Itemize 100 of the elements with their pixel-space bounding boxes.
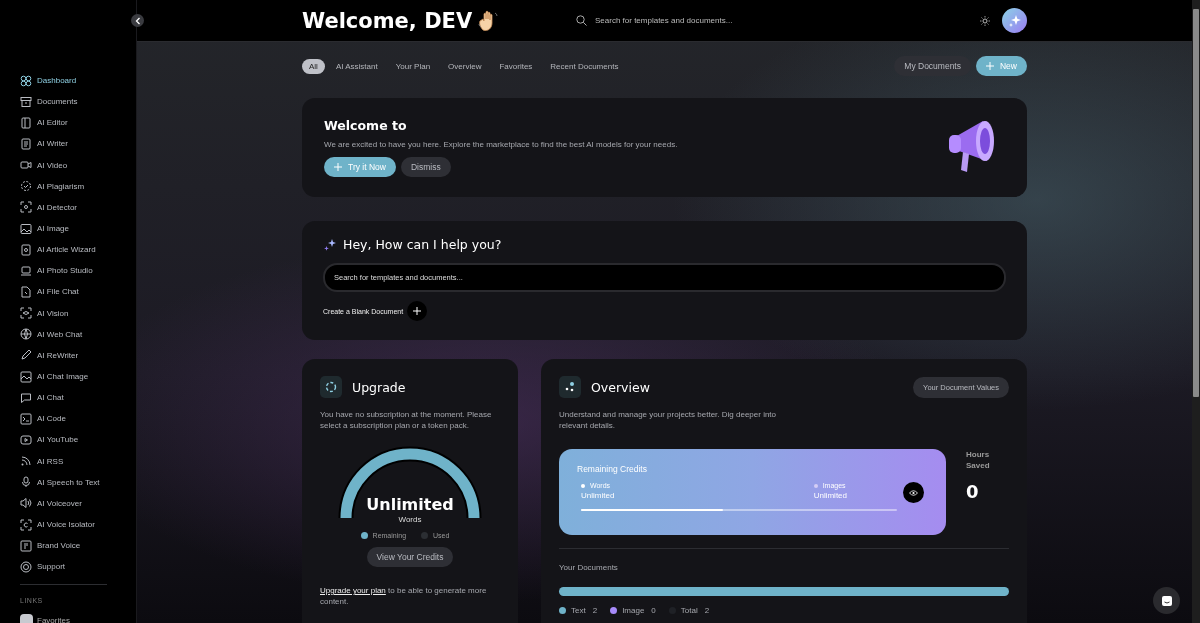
eye-icon	[909, 489, 918, 496]
sidebar-item[interactable]: AI Chat Image	[20, 365, 136, 388]
microphone-icon	[20, 476, 32, 489]
card-text: You have no subscription at the moment. Please select a subscription plan or a token pack.	[320, 409, 493, 431]
sidebar-item[interactable]: AI YouTube	[20, 429, 136, 451]
sidebar-item[interactable]: AI Photo Studio	[20, 260, 136, 282]
stat-value: 0	[966, 481, 980, 502]
legend-label: Text	[571, 606, 586, 615]
grid-icon	[20, 74, 32, 87]
sidebar-item[interactable]: Documents	[20, 91, 136, 113]
speaker-icon	[20, 497, 32, 510]
sidebar-item[interactable]: AI Writer	[20, 133, 136, 155]
sidebar-item[interactable]: AI Vision	[20, 302, 136, 324]
sun-icon	[980, 15, 990, 26]
book-icon	[20, 116, 32, 129]
sidebar-item[interactable]: Brand Voice	[20, 535, 136, 557]
my-documents-button[interactable]: My Documents	[894, 56, 971, 76]
chat-bubble-icon	[20, 391, 32, 404]
link-label: Favorites	[37, 616, 70, 623]
filter-tab[interactable]: Your Plan	[388, 58, 438, 74]
sidebar-link[interactable]: Favorites	[20, 614, 136, 623]
plus-icon	[413, 307, 422, 315]
sidebar-item[interactable]: AI Image	[20, 218, 136, 240]
section-title: Your Documents	[559, 563, 619, 572]
search-field[interactable]: Search for templates and documents...	[593, 15, 853, 26]
legend-count: 2	[704, 606, 710, 615]
pencil-icon	[20, 349, 32, 362]
sparkle-icon	[1007, 13, 1022, 28]
show-button[interactable]	[903, 482, 924, 503]
archive-icon	[20, 95, 32, 108]
gauge-value: Unlimited	[365, 495, 455, 515]
theme-toggle-button[interactable]	[978, 13, 992, 28]
credit-value: Unlimited	[581, 491, 615, 500]
laptop-icon	[20, 264, 32, 277]
plus-icon	[334, 163, 342, 171]
play-icon	[20, 433, 32, 446]
video-camera-icon	[20, 159, 32, 172]
card-title: Upgrade	[352, 379, 406, 395]
sidebar-item[interactable]: AI Voice Isolator	[20, 513, 136, 536]
legend-count: 0	[651, 606, 656, 615]
search-icon	[576, 15, 587, 26]
scan-icon	[20, 201, 32, 214]
add-button[interactable]	[407, 301, 428, 321]
sidebar-item[interactable]: AI Article Wizard	[20, 239, 136, 261]
sidebar-item[interactable]: AI RSS	[20, 450, 136, 472]
sidebar-item[interactable]: AI Speech to Text	[20, 471, 136, 493]
sparkles-icon	[323, 237, 337, 252]
upgrade-link[interactable]: Upgrade your plan	[320, 586, 386, 595]
chevron-left-icon	[134, 16, 141, 25]
view-credits-button[interactable]: View Your Credits	[366, 547, 454, 567]
card-title: Welcome to	[324, 118, 408, 133]
filter-tab[interactable]: Favorites	[492, 58, 540, 74]
scrollbar[interactable]	[1192, 0, 1200, 623]
avatar-button[interactable]	[1002, 8, 1027, 33]
sidebar-item[interactable]: Support	[20, 556, 136, 578]
eye-scan-icon	[20, 307, 32, 320]
sidebar-item[interactable]: AI Editor	[20, 112, 136, 134]
sidebar-item[interactable]: AI ReWriter	[20, 344, 136, 366]
lifebuoy-icon	[20, 560, 32, 573]
credit-value: Unlimited	[813, 491, 847, 500]
sidebar-item[interactable]: AI Voiceover	[20, 492, 136, 514]
chat-button[interactable]	[1153, 587, 1180, 614]
filter-tab[interactable]: AI Assistant	[328, 58, 385, 74]
sidebar-item[interactable]: AI Web Chat	[20, 323, 136, 345]
legend-label: Image	[622, 606, 645, 615]
globe-icon	[20, 328, 32, 341]
legend-count: 2	[592, 606, 598, 615]
plus-icon	[986, 62, 994, 70]
dashed-circle-icon	[20, 180, 32, 193]
legend-label: Total	[680, 606, 698, 615]
gauge-unit: Words	[397, 515, 423, 524]
page-title: Welcome, DEV	[302, 8, 473, 33]
document-icon	[20, 243, 32, 256]
sidebar-item[interactable]: AI Chat	[20, 387, 136, 409]
sidebar-item[interactable]: Dashboard	[20, 70, 136, 92]
scrollbar-thumb[interactable]	[1193, 9, 1199, 397]
filter-tab[interactable]: All	[302, 58, 325, 74]
sidebar-item[interactable]: AI Plagiarism	[20, 175, 136, 197]
chat-icon	[1160, 594, 1173, 607]
book-icon	[20, 539, 32, 552]
upgrade-text: Upgrade your plan to be able to generate more content.	[320, 585, 488, 607]
scan-icon	[20, 518, 32, 531]
sidebar-item[interactable]: AI Detector	[20, 196, 136, 218]
stat-label: Hours Saved	[966, 449, 991, 471]
waving-hand-icon	[478, 9, 499, 32]
sidebar-item[interactable]: AI File Chat	[20, 281, 136, 303]
loader-icon	[320, 376, 342, 398]
document-icon	[20, 138, 32, 150]
dismiss-button[interactable]: Dismiss	[400, 157, 451, 177]
dots-icon	[559, 376, 581, 398]
image-icon	[20, 370, 32, 383]
card-text: Understand and manage your projects better. Dig deeper into relevant details.	[559, 409, 778, 431]
rss-icon	[20, 455, 32, 468]
filter-tab[interactable]: Recent Documents	[543, 58, 626, 74]
sidebar-item[interactable]: AI Code	[20, 408, 136, 430]
file-icon	[20, 285, 32, 298]
card-title: Hey, How can I help you?	[343, 237, 502, 252]
filter-tab[interactable]: Overview	[441, 58, 489, 74]
sidebar-item[interactable]: AI Video	[20, 154, 136, 176]
credits-title: Remaining Credits	[577, 464, 648, 474]
